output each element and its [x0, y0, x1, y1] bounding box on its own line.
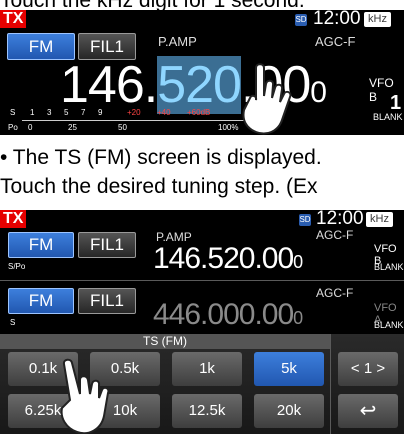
khz-indicator: kHz [364, 12, 391, 27]
po-tick: 0 [28, 123, 33, 132]
step-button-20k[interactable]: 20k [254, 394, 324, 428]
s-tick: 7 [81, 108, 86, 117]
main-agc-label: AGC-F [316, 228, 354, 242]
step-button-5k[interactable]: 5k [254, 352, 324, 386]
frequency-mhz: 146. [60, 56, 158, 114]
clock: 12:00 [316, 210, 364, 229]
preamp-label: P.AMP [158, 34, 197, 49]
step-button-1k[interactable]: 1k [172, 352, 242, 386]
s-tick: 5 [64, 108, 69, 117]
meter-bar [22, 120, 262, 121]
tx-indicator: TX [0, 210, 27, 228]
sub-frequency-display[interactable]: 446.000.000 [153, 298, 303, 335]
s-meter-label: S [10, 108, 16, 117]
s-tick: 9 [98, 108, 103, 117]
sub-agc-label: AGC-F [316, 286, 354, 300]
tx-indicator: TX [0, 10, 27, 28]
sub-meter-label: S [10, 318, 16, 327]
sub-frequency-small-digit: 0 [293, 308, 303, 328]
hand-pointer-icon [60, 358, 110, 434]
main-mode-button-fm[interactable]: FM [8, 232, 74, 258]
frequency-khz-highlighted[interactable]: 520 [157, 56, 242, 114]
page-nav-button[interactable]: < 1 > [338, 352, 398, 386]
s-tick: +40 [157, 108, 171, 117]
s-tick: +20 [127, 108, 141, 117]
step-button-12-5k[interactable]: 12.5k [172, 394, 242, 428]
po-tick: 50 [118, 123, 127, 132]
main-frequency-display[interactable]: 146.520.000 [153, 242, 303, 279]
radio-screen-1: TX SD 12:00 kHz FM FIL1 P.AMP AGC-F 146.… [0, 10, 404, 135]
khz-indicator: kHz [366, 212, 393, 227]
sub-frequency-value: 446.000.00 [153, 298, 294, 331]
main-frequency-value: 146.520.00 [153, 242, 294, 275]
main-meter-label: S/Po [8, 262, 26, 271]
s-tick: 1 [30, 108, 35, 117]
blank-label: BLANK [373, 112, 403, 122]
clock: 12:00 [313, 10, 361, 29]
back-icon: ↩ [359, 400, 377, 422]
radio-screen-2: TX SD 12:00 kHz FM FIL1 P.AMP AGC-F S/Po… [0, 210, 404, 434]
po-meter-label: Po [8, 123, 18, 132]
back-button[interactable]: ↩ [338, 394, 398, 428]
caption-step: Touch the desired tuning step. (Ex [0, 175, 318, 198]
agc-label: AGC-F [315, 34, 356, 49]
divider [0, 280, 404, 281]
ts-divider [330, 334, 331, 434]
s-tick: 3 [47, 108, 52, 117]
ts-title: TS (FM) [0, 334, 330, 349]
s-tick: +60dB [187, 108, 211, 117]
main-filter-button-fil1[interactable]: FIL1 [78, 232, 136, 258]
main-blank-label: BLANK [374, 262, 404, 272]
main-frequency-small-digit: 0 [293, 252, 303, 272]
caption-note: • The TS (FM) screen is displayed. [0, 146, 322, 169]
sub-filter-button-fil1[interactable]: FIL1 [78, 288, 136, 314]
sub-mode-button-fm[interactable]: FM [8, 288, 74, 314]
po-tick: 25 [68, 123, 77, 132]
frequency-small-digit: 0 [310, 76, 327, 109]
sd-card-icon: SD [299, 214, 311, 226]
sub-blank-label: BLANK [374, 320, 404, 330]
hand-pointer-icon [242, 63, 292, 135]
sd-card-icon: SD [295, 14, 307, 26]
